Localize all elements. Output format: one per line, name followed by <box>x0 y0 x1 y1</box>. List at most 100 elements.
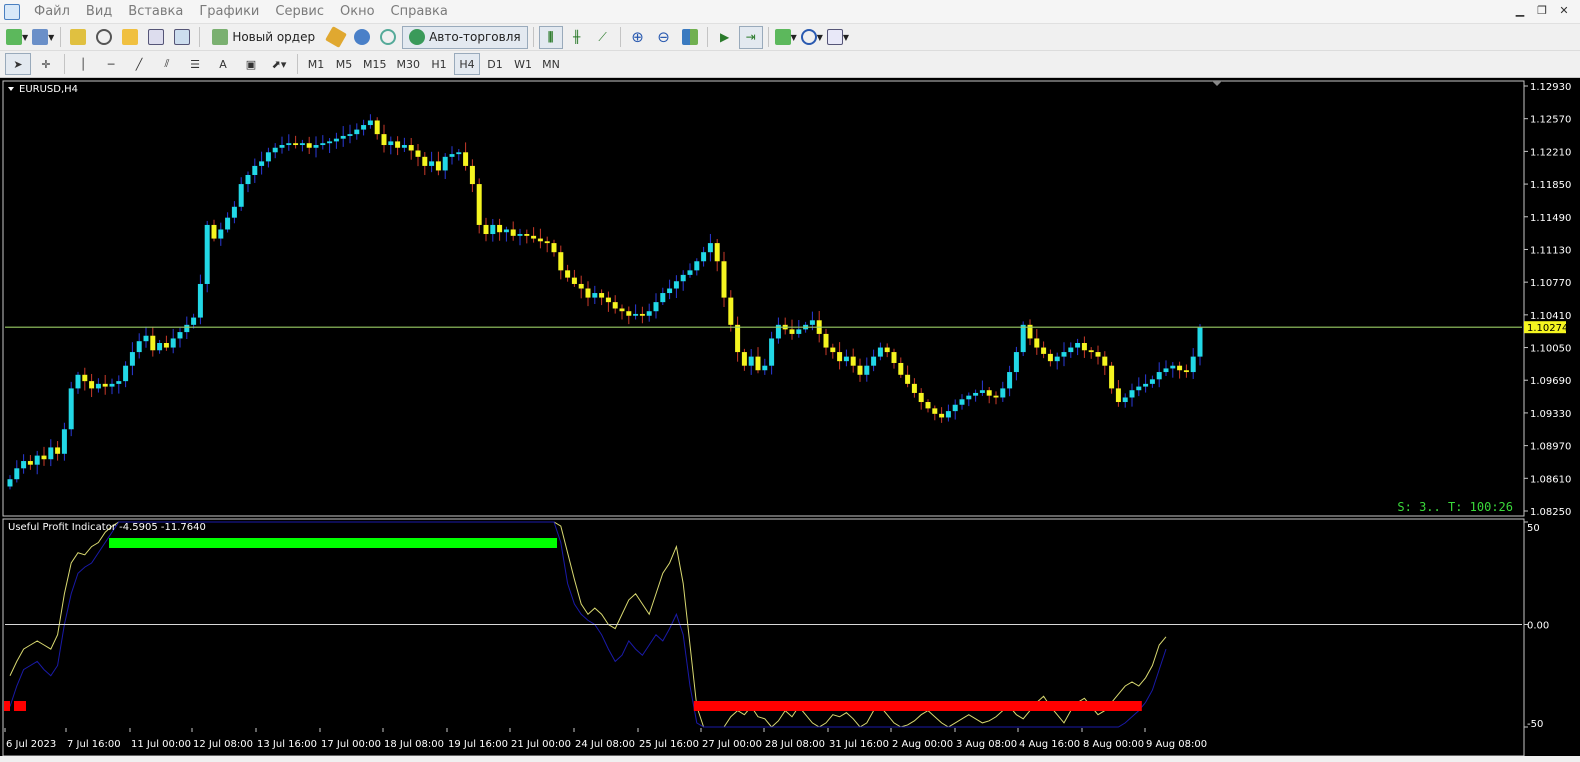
candle-body <box>1013 352 1019 373</box>
chart-canvas[interactable]: 1.12930 1.12570 1.12210 1.11850 1.11490 1.111… <box>0 78 1580 756</box>
strategy-tester-button[interactable] <box>170 26 194 49</box>
candle-body <box>395 141 401 148</box>
menu-help[interactable]: Справка <box>383 4 456 19</box>
trendline-button[interactable]: ╱ <box>126 53 152 75</box>
chart-shift-marker-icon[interactable] <box>1212 81 1222 86</box>
zoom-out-button[interactable]: ⊖ <box>652 26 676 49</box>
candle-body <box>123 365 129 382</box>
candle-body <box>1061 352 1067 357</box>
time-tick-label: 13 Jul 16:00 <box>257 739 317 750</box>
candle-body <box>102 383 108 387</box>
candle-body <box>905 374 911 384</box>
new-order-button[interactable]: Новый ордер <box>205 26 322 49</box>
chart-menu-triangle-icon[interactable] <box>8 87 14 91</box>
price-tick-label: 1.12930 <box>1530 82 1571 93</box>
indicator-title: Useful Profit Indicator -4.5905 -11.7640 <box>8 522 206 533</box>
candle-body <box>469 165 475 185</box>
community-button[interactable] <box>350 26 374 49</box>
vertical-line-button[interactable]: │ <box>70 53 96 75</box>
metaeditor-button[interactable] <box>324 26 348 49</box>
candle-body <box>354 129 360 135</box>
cursor-button[interactable]: ➤ <box>5 53 31 75</box>
tester-icon <box>174 29 191 45</box>
candlestick-icon: ╫ <box>572 30 581 44</box>
candlestick-series <box>5 114 1522 490</box>
cursor-icon: ➤ <box>13 57 23 71</box>
timeframe-m1-button[interactable]: M1 <box>303 53 329 75</box>
candle-body <box>483 224 489 235</box>
arrows-button[interactable]: ⬈▾ <box>266 53 292 75</box>
toolbar-separator <box>532 27 534 47</box>
menu-file[interactable]: Файл <box>26 4 78 19</box>
candle-body <box>374 120 380 135</box>
candle-body <box>680 274 686 282</box>
timeframe-m15-button[interactable]: M15 <box>359 53 391 75</box>
periods-button[interactable]: ▼ <box>800 26 824 49</box>
menu-view[interactable]: Вид <box>78 4 120 19</box>
candle-body <box>973 392 979 396</box>
profiles-button[interactable]: ▼ <box>31 26 55 49</box>
timeframe-m30-button[interactable]: M30 <box>393 53 425 75</box>
market-watch-button[interactable] <box>66 26 90 49</box>
bar-chart-button[interactable]: ⫼ <box>538 25 563 49</box>
candle-body <box>592 293 598 298</box>
zoom-in-button[interactable]: ⊕ <box>626 26 650 49</box>
crosshair-button[interactable]: ✛ <box>33 53 59 75</box>
menu-insert[interactable]: Вставка <box>120 4 191 19</box>
price-tick-label: 1.10050 <box>1530 344 1571 355</box>
time-tick-label: 17 Jul 00:00 <box>321 739 381 750</box>
candle-body <box>218 229 224 239</box>
auto-scroll-button[interactable]: ▶ <box>713 26 737 49</box>
toolbar-separator <box>64 54 65 74</box>
candle-body <box>150 335 156 351</box>
candle-body <box>82 374 88 382</box>
restore-icon[interactable]: ❐ <box>1534 4 1550 18</box>
timeframe-mn-button[interactable]: MN <box>538 53 564 75</box>
candlestick-button[interactable]: ╫ <box>565 26 589 49</box>
timeframe-m5-button[interactable]: M5 <box>331 53 357 75</box>
candle-body <box>68 388 74 430</box>
window-controls: ▁ ❐ ✕ <box>1512 4 1572 18</box>
chart-window[interactable]: 1.12930 1.12570 1.12210 1.11850 1.11490 1.111… <box>0 78 1580 756</box>
timeframe-d1-button[interactable]: D1 <box>482 53 508 75</box>
navigator-button[interactable] <box>118 26 142 49</box>
templates-button[interactable]: ▼ <box>826 26 850 49</box>
candle-body <box>422 156 428 166</box>
new-chart-button[interactable]: ▼ <box>5 26 29 49</box>
toolbar-separator <box>767 27 769 47</box>
close-icon[interactable]: ✕ <box>1556 4 1572 18</box>
channel-button[interactable]: ⫽ <box>154 53 180 75</box>
timeframe-w1-button[interactable]: W1 <box>510 53 536 75</box>
candle-body <box>61 429 67 454</box>
indicators-button[interactable]: ▼ <box>774 26 798 49</box>
candle-body <box>320 143 326 146</box>
chart-shift-button[interactable]: ⇥ <box>738 25 763 49</box>
line-chart-button[interactable]: ⟋ <box>591 26 615 49</box>
tile-windows-button[interactable] <box>678 26 702 49</box>
text-button[interactable]: A <box>210 53 236 75</box>
autotrading-button[interactable]: Авто-торговля <box>402 25 528 49</box>
candle-body <box>225 217 231 230</box>
menu-charts[interactable]: Графики <box>191 4 267 19</box>
candle-body <box>21 461 27 469</box>
terminal-button[interactable] <box>144 26 168 49</box>
price-pane-frame <box>2 80 1525 517</box>
candle-body <box>762 365 768 371</box>
text-label-button[interactable]: ▣ <box>238 53 264 75</box>
candle-body <box>891 352 897 363</box>
candle-body <box>524 234 530 236</box>
data-window-button[interactable] <box>92 26 116 49</box>
timeframe-h1-button[interactable]: H1 <box>426 53 452 75</box>
menu-window[interactable]: Окно <box>332 4 383 19</box>
candle-body <box>191 317 197 325</box>
menu-bar: Файл Вид Вставка Графики Сервис Окно Спр… <box>0 0 1580 24</box>
horizontal-line-button[interactable]: ─ <box>98 53 124 75</box>
time-tick-label: 2 Aug 00:00 <box>892 739 953 750</box>
timeframe-h4-button[interactable]: H4 <box>454 53 480 75</box>
time-tick-label: 3 Aug 08:00 <box>956 739 1017 750</box>
minimize-icon[interactable]: ▁ <box>1512 4 1528 18</box>
fibonacci-button[interactable]: ☰ <box>182 53 208 75</box>
signals-button[interactable] <box>376 26 400 49</box>
menu-tools[interactable]: Сервис <box>267 4 332 19</box>
candle-body <box>136 341 142 353</box>
